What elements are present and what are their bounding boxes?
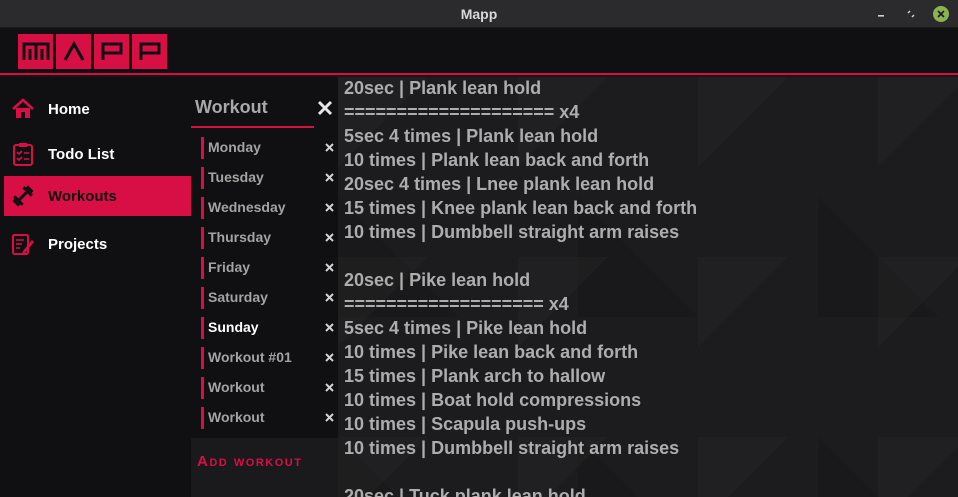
delete-icon[interactable] bbox=[324, 352, 335, 363]
sidebar: Home Todo List Workouts Projects bbox=[0, 77, 191, 497]
home-icon bbox=[10, 96, 36, 122]
minimize-button[interactable] bbox=[872, 5, 890, 23]
workout-item-sunday[interactable]: Sunday bbox=[201, 317, 335, 339]
workout-item-label: Saturday bbox=[208, 289, 268, 305]
clipboard-icon bbox=[10, 141, 36, 167]
exercise-line: 20sec | Pike lean hold bbox=[344, 270, 531, 290]
exercise-line: 10 times | Dumbbell straight arm raises bbox=[344, 438, 680, 458]
add-workout-button[interactable]: Add workout bbox=[191, 438, 338, 497]
delete-icon[interactable] bbox=[324, 202, 335, 213]
restore-icon bbox=[907, 10, 915, 18]
sidebar-item-home[interactable]: Home bbox=[4, 89, 191, 129]
logo-letter-m bbox=[18, 34, 53, 69]
sidebar-item-projects[interactable]: Projects bbox=[4, 224, 191, 264]
workout-item-marker bbox=[201, 407, 204, 429]
exercise-line: 20sec | Plank lean hold bbox=[344, 78, 542, 98]
delete-icon[interactable] bbox=[324, 412, 335, 423]
sidebar-item-label: Todo List bbox=[48, 145, 115, 163]
workout-item-marker bbox=[201, 317, 204, 339]
logo-letter-p1 bbox=[94, 34, 129, 69]
window-close-button[interactable] bbox=[932, 5, 950, 23]
workout-panel-title: Workout bbox=[195, 97, 268, 117]
sidebar-item-label: Projects bbox=[48, 235, 108, 253]
workout-item-marker bbox=[201, 197, 204, 219]
workout-panel-header: Workout bbox=[191, 77, 338, 128]
workout-item-label: Workout #01 bbox=[208, 349, 292, 365]
workout-item-monday[interactable]: Monday bbox=[201, 137, 335, 159]
workout-item-friday[interactable]: Friday bbox=[201, 257, 335, 279]
workout-item-saturday[interactable]: Saturday bbox=[201, 287, 335, 309]
workout-panel-divider bbox=[191, 126, 314, 128]
delete-icon[interactable] bbox=[324, 382, 335, 393]
delete-icon[interactable] bbox=[324, 292, 335, 303]
workout-item-wednesday[interactable]: Wednesday bbox=[201, 197, 335, 219]
close-icon bbox=[933, 6, 949, 22]
workout-item-marker bbox=[201, 257, 204, 279]
exercise-line: 10 times | Scapula push-ups bbox=[344, 414, 587, 434]
window-titlebar: Mapp bbox=[0, 0, 958, 28]
workout-item-label: Sunday bbox=[208, 319, 259, 335]
exercise-line: 15 times | Knee plank lean back and fort… bbox=[344, 198, 698, 218]
workout-item-label: Tuesday bbox=[208, 169, 264, 185]
close-panel-button[interactable] bbox=[316, 99, 334, 117]
exercise-line: 5sec 4 times | Pike lean hold bbox=[344, 318, 588, 338]
sidebar-item-label: Home bbox=[48, 100, 90, 118]
workout-item-label: Wednesday bbox=[208, 199, 286, 215]
workout-item-marker bbox=[201, 227, 204, 249]
exercise-line: 10 times | Boat hold compressions bbox=[344, 390, 642, 410]
workout-item-label: Friday bbox=[208, 259, 251, 275]
workout-item-marker bbox=[201, 377, 204, 399]
set-separator: ==================== x4 bbox=[344, 102, 580, 122]
window-title: Mapp bbox=[460, 5, 498, 22]
delete-icon[interactable] bbox=[324, 262, 335, 273]
workout-item-tuesday[interactable]: Tuesday bbox=[201, 167, 335, 189]
exercise-line: 10 times | Dumbbell straight arm raises bbox=[344, 222, 680, 242]
exercise-line: 20sec | Tuck plank lean hold bbox=[344, 486, 586, 497]
sidebar-item-todo-list[interactable]: Todo List bbox=[4, 134, 191, 174]
delete-icon[interactable] bbox=[324, 322, 335, 333]
minimize-icon bbox=[878, 15, 884, 17]
exercise-line: 20sec 4 times | Lnee plank lean hold bbox=[344, 174, 655, 194]
workout-item-label: Workout bbox=[208, 379, 265, 395]
logo-letter-a bbox=[56, 34, 91, 69]
sidebar-item-label: Workouts bbox=[48, 187, 117, 205]
workout-item-marker bbox=[201, 167, 204, 189]
workout-item-label: Workout bbox=[208, 409, 265, 425]
workout-item-marker bbox=[201, 137, 204, 159]
workout-list-panel: Workout Monday Tuesday Wednesday Thursda… bbox=[191, 77, 338, 438]
exercise-line: 10 times | Pike lean back and forth bbox=[344, 342, 639, 362]
app-header bbox=[0, 28, 958, 75]
workout-item-marker bbox=[201, 347, 204, 369]
workout-item-label: Thursday bbox=[208, 229, 272, 245]
dumbbell-icon bbox=[10, 183, 36, 209]
delete-icon[interactable] bbox=[324, 142, 335, 153]
delete-icon[interactable] bbox=[324, 232, 335, 243]
workout-item-workout-a[interactable]: Workout bbox=[201, 377, 335, 399]
workout-item-workout-b[interactable]: Workout bbox=[201, 407, 335, 429]
maximize-button[interactable] bbox=[902, 5, 920, 23]
workout-content: 20sec | Plank lean hold ================… bbox=[338, 77, 958, 497]
exercise-line: 5sec 4 times | Plank lean hold bbox=[344, 126, 599, 146]
edit-document-icon bbox=[10, 231, 36, 257]
sidebar-item-workouts[interactable]: Workouts bbox=[4, 176, 191, 216]
delete-icon[interactable] bbox=[324, 172, 335, 183]
app-logo bbox=[18, 34, 167, 69]
add-workout-label: Add workout bbox=[197, 453, 303, 470]
workout-item-marker bbox=[201, 287, 204, 309]
close-icon bbox=[317, 100, 333, 116]
workout-item-thursday[interactable]: Thursday bbox=[201, 227, 335, 249]
logo-letter-p2 bbox=[132, 34, 167, 69]
exercise-line: 10 times | Plank lean back and forth bbox=[344, 150, 650, 170]
set-separator: =================== x4 bbox=[344, 294, 569, 314]
workout-item-label: Monday bbox=[208, 139, 261, 155]
exercise-line: 15 times | Plank arch to hallow bbox=[344, 366, 606, 386]
workout-item-workout-01[interactable]: Workout #01 bbox=[201, 347, 335, 369]
